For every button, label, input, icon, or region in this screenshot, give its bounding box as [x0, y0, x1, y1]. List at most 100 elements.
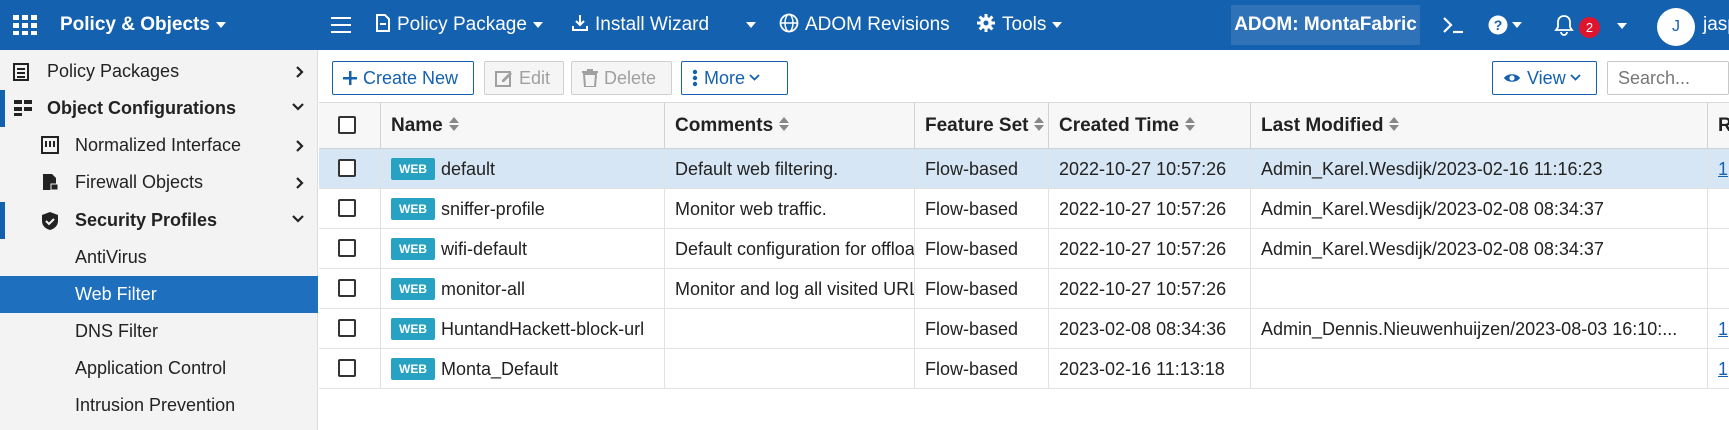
more-label: More — [704, 68, 746, 88]
last-modified-cell — [1251, 349, 1708, 389]
reference-count-link[interactable] — [1708, 229, 1729, 269]
row-checkbox[interactable] — [338, 159, 356, 177]
nav-policy-package-label: Policy Package — [397, 14, 527, 35]
sidebar-item-firewall-objects[interactable]: Firewall Objects — [0, 164, 318, 201]
comments-cell: Default web filtering. — [665, 149, 915, 189]
apps-grid-icon[interactable] — [13, 15, 37, 35]
nav-adom-revisions-label: ADOM Revisions — [805, 14, 950, 35]
column-header-last-modified[interactable]: Last Modified — [1251, 103, 1708, 149]
select-cell — [319, 309, 381, 349]
created-time-cell: 2022-10-27 10:57:26 — [1049, 269, 1251, 309]
table-row[interactable]: WEB default Default web filtering. Flow-b… — [319, 149, 1729, 189]
install-dropdown[interactable] — [740, 0, 756, 50]
sidebar-item-label: Normalized Interface — [75, 135, 242, 155]
select-cell — [319, 349, 381, 389]
view-button[interactable]: View — [1492, 61, 1597, 95]
top-bar: Policy & Objects Policy Package Install … — [0, 0, 1729, 50]
chevron-down-icon — [1570, 74, 1581, 82]
reference-count-link[interactable] — [1708, 269, 1729, 309]
row-checkbox[interactable] — [338, 319, 356, 337]
sidebar-item-label: AntiVirus — [75, 247, 147, 267]
feature-set-cell: Flow-based — [915, 349, 1049, 389]
nav-tools[interactable]: Tools — [976, 0, 1063, 50]
column-label: Last Modified — [1261, 115, 1384, 136]
sidebar-item-intrusion-prevention[interactable]: Intrusion Prevention — [0, 387, 318, 424]
bell-icon[interactable] — [1554, 14, 1574, 36]
document-icon — [376, 14, 390, 33]
row-checkbox[interactable] — [338, 359, 356, 377]
column-header-name[interactable]: Name — [381, 103, 665, 149]
create-new-button[interactable]: Create New — [332, 61, 474, 95]
adom-selector[interactable]: ADOM: MontaFabric — [1231, 5, 1420, 45]
clipboard-icon — [13, 63, 29, 81]
module-selector[interactable]: Policy & Objects — [60, 0, 226, 50]
edit-button[interactable]: Edit — [484, 61, 564, 95]
table-row[interactable]: WEB wifi-default Default configuration fo… — [319, 229, 1729, 269]
nav-install-wizard[interactable]: Install Wizard — [571, 0, 709, 50]
row-checkbox[interactable] — [338, 279, 356, 297]
chevron-right-icon — [296, 66, 304, 78]
column-header-ref[interactable]: R — [1708, 103, 1729, 149]
sidebar-item-object-configurations[interactable]: Object Configurations — [0, 90, 318, 127]
select-all-checkbox[interactable] — [338, 116, 356, 134]
chevron-down-icon — [532, 21, 543, 28]
sort-icon — [779, 116, 790, 131]
web-type-badge: WEB — [391, 197, 435, 220]
column-label: Comments — [675, 115, 774, 136]
feature-set-cell: Flow-based — [915, 269, 1049, 309]
reference-count-link[interactable]: 1 — [1708, 349, 1729, 389]
web-type-badge: WEB — [391, 157, 435, 180]
column-header-created-time[interactable]: Created Time — [1049, 103, 1251, 149]
table-row[interactable]: WEB HuntandHackett-block-url Flow-based 2… — [319, 309, 1729, 349]
column-header-feature-set[interactable]: Feature Set — [915, 103, 1049, 149]
table-row[interactable]: WEB sniffer-profile Monitor web traffic. … — [319, 189, 1729, 229]
sidebar-item-antivirus[interactable]: AntiVirus — [0, 239, 318, 276]
search-input[interactable] — [1607, 61, 1729, 95]
chevron-down-icon[interactable] — [1617, 23, 1627, 29]
nav-install-wizard-label: Install Wizard — [595, 14, 710, 35]
profile-name: wifi-default — [441, 239, 528, 259]
name-cell: WEB HuntandHackett-block-url — [381, 309, 665, 349]
help-menu[interactable]: ? — [1488, 15, 1522, 40]
terminal-icon[interactable] — [1442, 16, 1464, 34]
delete-label: Delete — [604, 68, 657, 88]
table-row[interactable]: WEB Monta_Default Flow-based 2023-02-16 1… — [319, 349, 1729, 389]
username[interactable]: jasp — [1703, 0, 1729, 50]
chevron-down-icon — [215, 21, 226, 28]
comments-cell: Monitor and log all visited URLs — [665, 269, 915, 309]
chevron-down-icon — [292, 103, 304, 111]
row-checkbox[interactable] — [338, 239, 356, 257]
created-time-cell: 2022-10-27 10:57:26 — [1049, 189, 1251, 229]
menu-toggle-icon[interactable] — [331, 17, 351, 33]
chevron-down-icon — [749, 74, 760, 82]
avatar[interactable]: J — [1657, 8, 1695, 46]
reference-count-link[interactable] — [1708, 189, 1729, 229]
sidebar-item-application-control[interactable]: Application Control — [0, 350, 318, 387]
created-time-cell: 2023-02-16 11:13:18 — [1049, 349, 1251, 389]
nav-adom-revisions[interactable]: ADOM Revisions — [779, 0, 950, 50]
module-title: Policy & Objects — [60, 14, 210, 35]
comments-cell: Default configuration for offloading — [665, 229, 915, 269]
table-row[interactable]: WEB monitor-all Monitor and log all visit… — [319, 269, 1729, 309]
interface-icon — [41, 136, 59, 154]
sidebar-item-normalized-interface[interactable]: Normalized Interface — [0, 127, 318, 164]
comments-cell — [665, 309, 915, 349]
nav-policy-package[interactable]: Policy Package — [375, 0, 543, 50]
sidebar-item-security-profiles[interactable]: Security Profiles — [0, 202, 318, 239]
row-checkbox[interactable] — [338, 199, 356, 217]
chevron-right-icon — [296, 140, 304, 152]
sidebar-item-web-filter[interactable]: Web Filter — [0, 276, 318, 313]
more-vertical-icon — [692, 69, 698, 86]
reference-count-link[interactable]: 1 — [1708, 149, 1729, 189]
sidebar-item-policy-packages[interactable]: Policy Packages — [0, 53, 318, 90]
last-modified-cell: Admin_Karel.Wesdijk/2023-02-08 08:34:37 — [1251, 189, 1708, 229]
sidebar-item-dns-filter[interactable]: DNS Filter — [0, 313, 318, 350]
reference-count-link[interactable]: 1 — [1708, 309, 1729, 349]
chevron-right-icon — [296, 177, 304, 189]
last-modified-cell: Admin_Dennis.Nieuwenhuijzen/2023-08-03 1… — [1251, 309, 1708, 349]
column-header-comments[interactable]: Comments — [665, 103, 915, 149]
column-label: Created Time — [1059, 115, 1180, 136]
chevron-down-icon — [1052, 21, 1063, 28]
more-button[interactable]: More — [681, 61, 788, 95]
delete-button[interactable]: Delete — [571, 61, 672, 95]
